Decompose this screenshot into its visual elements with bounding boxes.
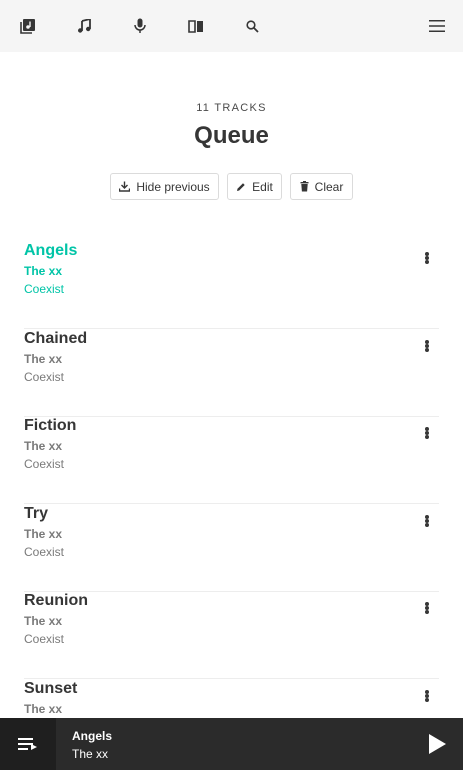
queue-track-item[interactable]: Fiction The xx Coexist [24, 417, 439, 505]
menu-icon[interactable] [425, 14, 449, 38]
playlist-icon [18, 738, 37, 750]
hide-previous-button[interactable]: Hide previous [110, 173, 219, 200]
more-options-icon[interactable] [423, 425, 431, 441]
now-playing-title[interactable]: Angels [72, 729, 112, 743]
track-album: Coexist [24, 282, 65, 296]
queue-track-item[interactable]: Sunset The xx [24, 680, 439, 718]
track-artist: The xx [24, 351, 63, 366]
play-icon [429, 734, 446, 754]
library-icon[interactable] [16, 14, 40, 38]
track-artist: The xx [24, 702, 63, 716]
track-title: Reunion [24, 592, 88, 610]
clear-label: Clear [314, 179, 344, 194]
track-artist: The xx [24, 614, 63, 629]
track-artist: The xx [24, 264, 63, 278]
more-options-icon[interactable] [423, 338, 431, 354]
queue-track-item[interactable]: Angels The xx Coexist [24, 242, 439, 329]
queue-track-item[interactable]: Chained The xx Coexist [24, 330, 439, 417]
track-count: 11 TRACKS [196, 102, 267, 114]
queue-track-item[interactable]: Reunion The xx Coexist [24, 592, 439, 680]
clear-button[interactable]: Clear [290, 173, 353, 200]
more-options-icon[interactable] [423, 600, 431, 616]
track-artist: The xx [24, 526, 63, 541]
queue-track-item[interactable]: Try The xx Coexist [24, 505, 439, 592]
play-button[interactable] [422, 731, 450, 757]
track-title: Fiction [24, 417, 77, 435]
book-icon[interactable] [184, 14, 208, 38]
track-album: Coexist [24, 457, 65, 472]
top-navigation-bar [0, 0, 463, 52]
page-title: Queue [194, 122, 269, 149]
now-playing-artist: The xx [72, 747, 109, 761]
track-album: Coexist [24, 369, 65, 384]
scrollbar-track[interactable] [463, 0, 475, 770]
track-artist: The xx [24, 439, 63, 454]
track-album: Coexist [24, 632, 65, 647]
search-icon[interactable] [240, 14, 264, 38]
track-title: Angels [24, 242, 78, 259]
edit-button[interactable]: Edit [227, 173, 282, 200]
trash-icon [300, 181, 309, 192]
download-icon [119, 181, 131, 192]
pencil-icon [237, 182, 245, 191]
track-title: Chained [24, 329, 88, 347]
queue-page: 11 TRACKS Queue Hide previous Edit Clear… [0, 52, 463, 718]
more-options-icon[interactable] [423, 513, 431, 529]
music-note-icon[interactable] [72, 14, 96, 38]
now-playing-bar: Angels The xx [0, 718, 463, 770]
track-title: Sunset [24, 680, 78, 697]
track-title: Try [24, 504, 49, 522]
queue-toggle-button[interactable] [0, 718, 56, 770]
track-album: Coexist [24, 544, 65, 559]
more-options-icon[interactable] [423, 688, 431, 704]
edit-label: Edit [252, 179, 273, 194]
more-options-icon[interactable] [423, 250, 431, 266]
microphone-icon[interactable] [128, 14, 152, 38]
hide-previous-label: Hide previous [136, 179, 210, 194]
